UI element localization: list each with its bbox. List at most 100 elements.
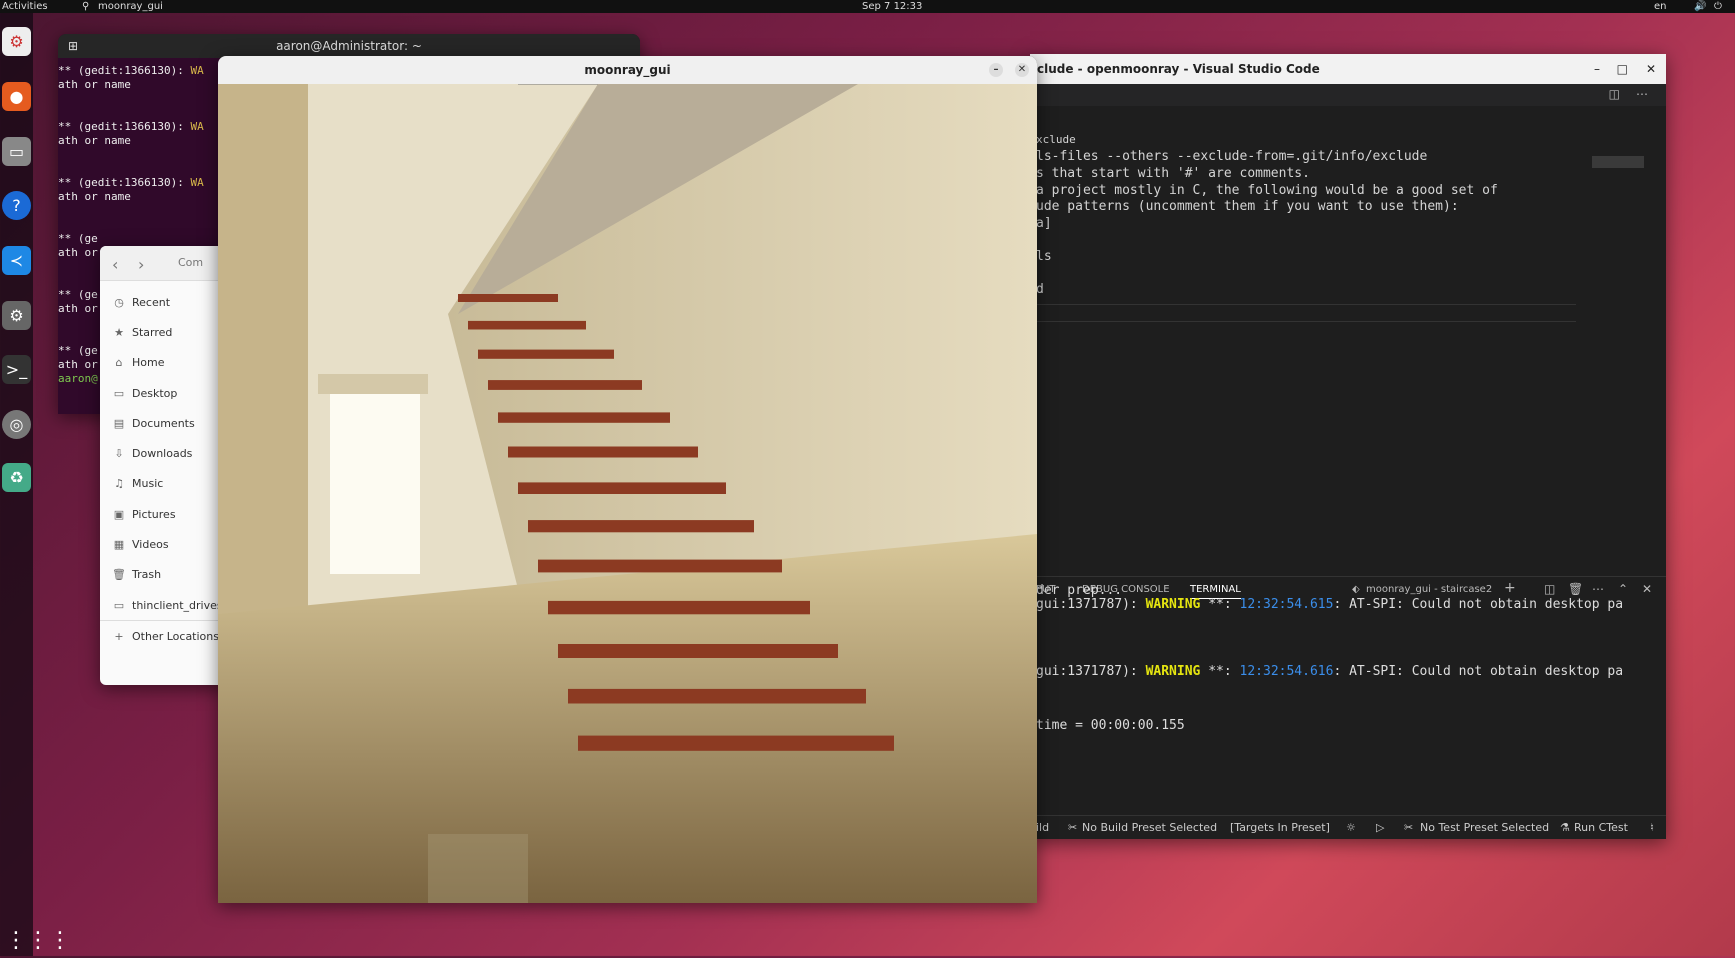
sidebar-item-desktop[interactable]: ▭ Desktop (100, 378, 230, 408)
vscode-title: clude - openmoonray - Visual Studio Code (1037, 62, 1320, 76)
stair-tread (458, 294, 558, 302)
trash-icon: 🗑 (112, 568, 126, 582)
sidebar-item-other-locations[interactable]: + Other Locations (100, 620, 230, 651)
clock[interactable]: Sep 7 12:33 (862, 0, 922, 13)
volume-icon[interactable]: 🔊 (1694, 0, 1706, 13)
terminal-segment-post: : AT-SPI: Could not obtain desktop pa (1333, 664, 1624, 679)
render-viewport[interactable] (218, 84, 1037, 903)
minimize-icon[interactable]: – (989, 63, 1003, 77)
terminal-icon[interactable]: >_ (2, 355, 31, 384)
split-terminal-icon[interactable]: ◫ (1544, 582, 1555, 596)
forward-icon[interactable]: › (138, 255, 144, 274)
trash-icon[interactable]: ♻ (2, 463, 31, 492)
terminal-segment-warn: WARNING (1145, 664, 1201, 679)
sidebar-item-label: Music (132, 477, 164, 491)
path-bar[interactable]: Com (178, 256, 203, 269)
sidebar-item-label: Starred (132, 325, 173, 339)
moonray-window[interactable]: moonray_gui – ✕ (218, 56, 1037, 903)
terminal-line-text: ath or name (58, 134, 131, 147)
activities-button[interactable]: Activities (2, 0, 48, 13)
software-center-icon[interactable]: ⚙ (2, 27, 31, 56)
ctest-icon: ⚗ (1560, 821, 1570, 834)
terminal-segment-time: 12:32:54.615 (1239, 597, 1334, 612)
vscode-icon[interactable]: ≺ (2, 246, 31, 275)
disc-icon[interactable]: ◎ (2, 410, 31, 439)
vscode-titlebar[interactable]: clude - openmoonray - Visual Studio Code… (1030, 54, 1666, 84)
close-icon[interactable]: ✕ (1015, 63, 1029, 77)
files-window[interactable]: ‹ › Com ◷ Recent ★ Starred ⌂ Home ▭ Desktop ▤ Doc… (100, 246, 230, 685)
status-build-preset[interactable]: No Build Preset Selected (1082, 821, 1217, 834)
maximize-icon[interactable]: □ (1617, 54, 1628, 84)
moonray-titlebar[interactable]: moonray_gui – ✕ (218, 56, 1037, 84)
clock-icon: ◷ (114, 295, 124, 309)
panel-more-icon[interactable]: ⋯ (1592, 582, 1604, 596)
run-icon[interactable]: ▷ (1376, 821, 1384, 834)
test-preset-icon: ✂ (1404, 821, 1414, 834)
files-icon[interactable]: ▭ (2, 137, 31, 166)
sidebar-item-recent[interactable]: ◷ Recent (100, 287, 230, 317)
terminal-profile-icon: ⬖ (1352, 584, 1360, 595)
desktop-icon: ▭ (113, 386, 125, 400)
help-icon[interactable]: ? (2, 191, 31, 220)
more-actions-icon[interactable]: ⋯ (1636, 87, 1648, 101)
notifications-icon[interactable]: ♮ (1650, 821, 1654, 834)
maximize-panel-icon[interactable]: ⌃ (1618, 582, 1628, 596)
files-sidebar: ◷ Recent ★ Starred ⌂ Home ▭ Desktop ▤ Documents ⇩ D… (100, 281, 230, 652)
terminal-line-warning: WA (190, 64, 204, 77)
home-icon: ⌂ (115, 356, 123, 370)
terminal-segment-time: 12:32:54.616 (1239, 664, 1334, 679)
power-icon[interactable]: ⏻ (1714, 0, 1722, 13)
firefox-icon[interactable]: ● (2, 82, 31, 111)
sidebar-item-trash[interactable]: 🗑 Trash (100, 560, 230, 590)
sidebar-item-music[interactable]: ♫ Music (100, 469, 230, 499)
terminal-line-text: ** (gedit:1366130): (58, 120, 191, 133)
terminal-newtab-icon[interactable]: ⊞ (68, 34, 78, 58)
sidebar-item-thinclient-drives[interactable]: ▭ thinclient_drives (100, 590, 230, 620)
settings-icon[interactable]: ⚙ (2, 301, 31, 330)
terminal-name[interactable]: moonray_gui - staircase2 (1366, 584, 1492, 595)
debug-icon[interactable]: ☼ (1346, 821, 1356, 834)
sidebar-item-pictures[interactable]: ▣ Pictures (100, 499, 230, 529)
terminal-line-text: ath or (58, 246, 98, 259)
status-test-preset[interactable]: No Test Preset Selected (1420, 821, 1549, 834)
status-targets[interactable]: [Targets In Preset] (1230, 821, 1330, 834)
terminal-title: aaron@Administrator: ~ (276, 39, 422, 53)
staircase-render-image (218, 84, 1037, 903)
sidebar-item-starred[interactable]: ★ Starred (100, 317, 230, 347)
files-toolbar: ‹ › Com (100, 246, 230, 281)
terminal-line-text: ** (gedit:1366130): (58, 176, 191, 189)
terminal-segment-post: : AT-SPI: Could not obtain desktop pa (1333, 597, 1624, 612)
drive-icon: ▭ (113, 598, 125, 612)
code-line: ls-files --others --exclude-from=.git/in… (1036, 149, 1428, 164)
status-build[interactable]: ild (1036, 821, 1049, 834)
vscode-window[interactable]: clude - openmoonray - Visual Studio Code… (1030, 54, 1666, 839)
minimap[interactable] (1592, 156, 1644, 168)
sidebar-item-videos[interactable]: ▦ Videos (100, 529, 230, 559)
sidebar-item-downloads[interactable]: ⇩ Downloads (100, 438, 230, 468)
close-icon[interactable]: ✕ (1646, 54, 1656, 84)
back-icon[interactable]: ‹ (112, 255, 118, 274)
status-bar: ild ✂ No Build Preset Selected [Targets … (1030, 815, 1666, 839)
sidebar-item-documents[interactable]: ▤ Documents (100, 408, 230, 438)
stair-tread (558, 644, 838, 658)
kill-terminal-icon[interactable]: 🗑 (1568, 582, 1583, 596)
minimize-icon[interactable]: – (1594, 54, 1600, 84)
sidebar-item-label: Desktop (132, 386, 178, 400)
split-editor-icon[interactable]: ◫ (1609, 87, 1620, 101)
music-icon: ♫ (114, 477, 124, 491)
build-preset-icon: ✂ (1068, 821, 1078, 834)
show-apps-icon[interactable]: ⋮⋮⋮ (5, 928, 71, 958)
language-indicator[interactable]: en (1654, 0, 1667, 13)
document-icon: ▤ (113, 416, 125, 430)
sidebar-item-label: Videos (132, 538, 169, 552)
status-run-ctest[interactable]: Run CTest (1574, 821, 1628, 834)
close-panel-icon[interactable]: ✕ (1642, 582, 1652, 596)
sidebar-item-home[interactable]: ⌂ Home (100, 348, 230, 378)
terminal-titlebar[interactable]: ⊞ aaron@Administrator: ~ (58, 34, 640, 58)
code-line: s that start with '#' are comments. (1036, 166, 1310, 181)
sidebar-item-label: Downloads (132, 447, 193, 461)
app-menu-label[interactable]: moonray_gui (98, 0, 163, 13)
new-terminal-icon[interactable]: + (1504, 580, 1516, 596)
sidebar-item-label: Home (132, 356, 165, 370)
sidebar-item-label: Documents (132, 416, 195, 430)
